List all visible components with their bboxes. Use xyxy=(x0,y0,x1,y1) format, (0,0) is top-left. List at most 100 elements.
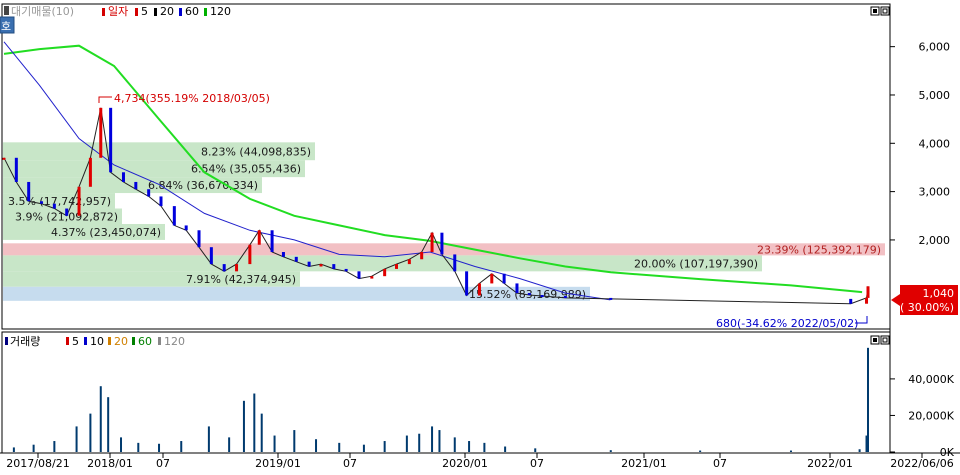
legend-marker xyxy=(66,337,69,345)
price-candle xyxy=(99,107,103,158)
volume-bar xyxy=(438,430,441,452)
price-candle xyxy=(209,247,213,265)
volume-bar xyxy=(253,393,256,452)
price-candle xyxy=(395,264,399,269)
volume-bar xyxy=(405,435,408,452)
legend-ma60: 60 xyxy=(185,5,199,18)
date-axis-label: 2020/01 xyxy=(442,457,488,470)
maximize-icon[interactable] xyxy=(880,335,890,345)
legend-vma10: 10 xyxy=(90,335,104,348)
price-candle xyxy=(332,264,336,269)
legend-marker xyxy=(102,8,105,16)
minimize-icon-glyph xyxy=(873,338,877,342)
price-candle xyxy=(383,268,387,277)
high-annotation-text: 4,734(355.19% 2018/03/05) xyxy=(114,92,270,105)
price-candle xyxy=(357,271,361,279)
price-candle xyxy=(307,261,311,267)
price-y-tick-label: 4,000 xyxy=(919,137,951,150)
legend-marker xyxy=(108,337,111,345)
volume-bar xyxy=(75,426,78,452)
price-y-tick-label: 6,000 xyxy=(919,41,951,54)
legend-marker xyxy=(132,337,135,345)
price-candle xyxy=(502,273,506,284)
price-candle xyxy=(477,283,481,296)
stock-chart-window: 8.23% (44,098,835) 6.54% (35,055,436) 6.84… xyxy=(0,0,960,471)
price-candle xyxy=(370,276,374,279)
volume-profile-band-label: 3.5% (17,742,957) xyxy=(8,195,111,208)
volume-bar xyxy=(273,435,276,452)
legend-marker xyxy=(179,8,182,16)
price-candle xyxy=(134,181,138,190)
price-candle xyxy=(235,264,239,272)
low-annotation: 680(-34.62% 2022/05/02) xyxy=(716,316,868,330)
legend-marker xyxy=(4,6,9,15)
volume-bar xyxy=(260,413,263,452)
price-candle xyxy=(27,181,31,202)
date-axis-label: 2022/01 xyxy=(807,457,853,470)
volume-bar xyxy=(158,443,161,452)
price-candle xyxy=(490,273,494,284)
volume-bar xyxy=(53,441,56,452)
volume-y-tick-label: 20,000K xyxy=(908,409,954,422)
legend-vma5: 5 xyxy=(72,335,79,348)
side-toggle-button[interactable]: 호 xyxy=(0,16,15,34)
volume-bar xyxy=(99,386,102,452)
minimize-icon-glyph xyxy=(873,9,877,13)
maximize-icon[interactable] xyxy=(880,6,890,16)
date-axis-label: 2017/08/21 xyxy=(6,457,69,470)
volume-bar xyxy=(418,433,421,452)
volume-bar xyxy=(789,450,792,452)
price-candle xyxy=(281,252,285,257)
legend-marker xyxy=(84,337,87,345)
volume-bar xyxy=(468,441,471,452)
volume-bar xyxy=(107,397,110,452)
price-candle xyxy=(109,107,113,173)
price-candle xyxy=(257,230,261,245)
volume-bar xyxy=(137,442,140,452)
price-candle xyxy=(440,232,444,255)
price-candle xyxy=(849,298,853,304)
volume-bar xyxy=(120,437,123,452)
price-legend: 대기매물(10) 일자 5 20 60 120 xyxy=(4,4,231,18)
volume-bar xyxy=(453,437,456,452)
date-axis-label: 07 xyxy=(530,457,544,470)
price-candle xyxy=(40,201,44,204)
price-candle xyxy=(270,230,274,253)
price-candle xyxy=(197,230,201,248)
legend-marker xyxy=(135,8,138,16)
price-candle xyxy=(540,295,544,298)
price-candle xyxy=(2,157,6,160)
price-candle xyxy=(52,203,56,209)
legend-vma20: 20 xyxy=(114,335,128,348)
price-y-tick-label: 5,000 xyxy=(919,89,951,102)
price-candle xyxy=(465,271,469,296)
legend-marker xyxy=(158,337,161,345)
price-candle xyxy=(121,172,125,182)
volume-bar xyxy=(180,441,183,452)
volume-bar xyxy=(383,441,386,452)
price-candle xyxy=(527,293,531,296)
volume-bar xyxy=(89,413,92,452)
volume-bar xyxy=(12,447,15,452)
price-candle xyxy=(420,252,424,260)
volume-bar xyxy=(867,347,869,452)
volume-bar xyxy=(483,442,486,452)
volume-bar xyxy=(228,437,231,452)
price-candle xyxy=(453,254,457,272)
volume-y-tick-label: 40,000K xyxy=(908,373,954,386)
volume-bar xyxy=(207,426,210,452)
legend-marker xyxy=(154,8,157,16)
price-candle xyxy=(248,244,252,265)
volume-bar xyxy=(338,442,341,452)
price-candle xyxy=(172,206,176,226)
volume-bar xyxy=(699,450,702,452)
price-candle xyxy=(344,268,348,272)
price-candle xyxy=(319,264,323,267)
price-candle xyxy=(222,264,226,272)
legend-ma20: 20 xyxy=(160,5,174,18)
legend-ma120: 120 xyxy=(210,5,231,18)
volume-profile-band xyxy=(3,243,885,256)
legend-vma120: 120 xyxy=(164,335,185,348)
volume-bar xyxy=(534,448,537,452)
side-toggle-button-label[interactable]: 호 xyxy=(1,20,11,33)
